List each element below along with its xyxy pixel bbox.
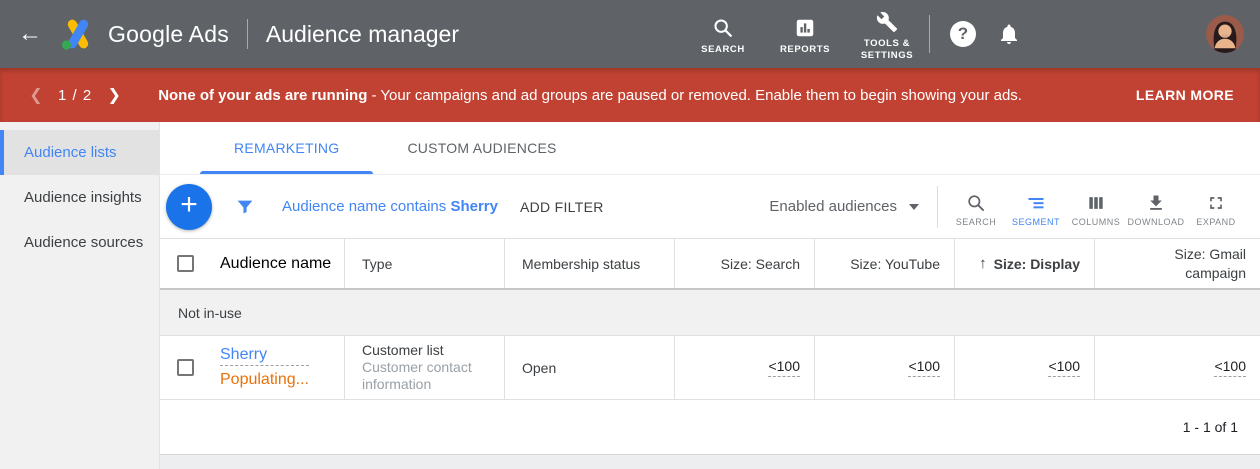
table-row: Sherry Populating... Customer list Custo… bbox=[160, 336, 1260, 400]
filter-funnel-icon[interactable] bbox=[234, 196, 256, 218]
add-audience-button[interactable]: + bbox=[166, 184, 212, 230]
nav-tools-settings-button[interactable]: TOOLS & SETTINGS bbox=[851, 7, 923, 62]
cell-size-display: <100 bbox=[955, 336, 1095, 399]
product-name: Google Ads bbox=[108, 21, 229, 48]
main-panel: REMARKETING CUSTOM AUDIENCES + Audience … bbox=[160, 122, 1260, 469]
alert-pager: 1 / 2 bbox=[58, 87, 92, 104]
header-cell-type[interactable]: Type bbox=[345, 239, 505, 288]
learn-more-button[interactable]: LEARN MORE bbox=[1126, 79, 1244, 111]
title-divider bbox=[247, 19, 248, 49]
back-arrow-icon[interactable]: ← bbox=[18, 22, 52, 46]
google-ads-logo-icon bbox=[58, 14, 98, 54]
pagination-label: 1 - 1 of 1 bbox=[1183, 419, 1238, 435]
active-filter-chip[interactable]: Audience name contains Sherry bbox=[282, 198, 498, 215]
table-expand-button[interactable]: EXPAND bbox=[1186, 187, 1246, 227]
audiences-table: Audience name Type Membership status Siz… bbox=[160, 238, 1260, 469]
sidebar-item-audience-insights[interactable]: Audience insights bbox=[0, 175, 159, 220]
cell-size-search: <100 bbox=[675, 336, 815, 399]
toolbar-divider bbox=[937, 186, 938, 228]
nav-search-button[interactable]: SEARCH bbox=[687, 13, 759, 56]
cell-membership-status: Open bbox=[505, 336, 675, 399]
tab-bar: REMARKETING CUSTOM AUDIENCES bbox=[160, 122, 1260, 175]
cell-size-youtube: <100 bbox=[815, 336, 955, 399]
search-icon bbox=[966, 193, 986, 213]
columns-icon bbox=[1086, 193, 1106, 213]
google-ads-logo[interactable]: Google Ads bbox=[58, 14, 229, 54]
page-title: Audience manager bbox=[266, 21, 459, 48]
table-columns-button[interactable]: COLUMNS bbox=[1066, 187, 1126, 227]
bell-icon bbox=[997, 22, 1021, 46]
page-background bbox=[160, 455, 1260, 469]
header-cell-size-display[interactable]: ↑ Size: Display bbox=[955, 239, 1095, 288]
tab-custom-audiences[interactable]: CUSTOM AUDIENCES bbox=[373, 122, 590, 174]
table-search-button[interactable]: SEARCH bbox=[946, 187, 1006, 227]
table-header-row: Audience name Type Membership status Siz… bbox=[160, 238, 1260, 290]
alert-banner: ❮ 1 / 2 ❯ None of your ads are running -… bbox=[0, 68, 1260, 122]
previous-alert-chevron-icon[interactable]: ❮ bbox=[24, 83, 48, 107]
sidebar-item-audience-sources[interactable]: Audience sources bbox=[0, 220, 159, 265]
audience-name-link[interactable]: Sherry bbox=[220, 346, 309, 366]
expand-icon bbox=[1206, 193, 1226, 213]
nav-reports-button[interactable]: REPORTS bbox=[769, 13, 841, 56]
row-checkbox[interactable] bbox=[177, 359, 194, 376]
cell-audience-name: Sherry Populating... bbox=[160, 336, 345, 399]
populating-status: Populating... bbox=[220, 371, 309, 389]
notifications-button[interactable] bbox=[990, 15, 1028, 53]
audience-view-selector[interactable]: Enabled audiences bbox=[769, 198, 919, 215]
avatar-photo bbox=[1206, 15, 1244, 53]
table-download-button[interactable]: DOWNLOAD bbox=[1126, 187, 1186, 227]
help-icon: ? bbox=[950, 21, 976, 47]
content-area: Audience lists Audience insights Audienc… bbox=[0, 122, 1260, 469]
table-footer: 1 - 1 of 1 bbox=[160, 400, 1260, 455]
wrench-icon bbox=[876, 11, 898, 33]
header-cell-size-search[interactable]: Size: Search bbox=[675, 239, 815, 288]
search-icon bbox=[712, 17, 734, 39]
top-nav: SEARCH REPORTS TOOLS & SETTINGS bbox=[687, 7, 923, 62]
filter-value: Sherry bbox=[450, 198, 498, 215]
reports-icon bbox=[794, 17, 816, 39]
header-cell-audience-name: Audience name bbox=[160, 239, 345, 288]
top-app-bar: ← Google Ads Audience manager SEARCH bbox=[0, 0, 1260, 68]
sidebar-item-audience-lists[interactable]: Audience lists bbox=[0, 130, 159, 175]
download-icon bbox=[1146, 193, 1166, 213]
table-group-row: Not in-use bbox=[160, 290, 1260, 336]
add-filter-button[interactable]: ADD FILTER bbox=[520, 199, 604, 215]
sidebar: Audience lists Audience insights Audienc… bbox=[0, 122, 160, 469]
header-divider bbox=[929, 15, 930, 53]
header-cell-size-youtube[interactable]: Size: YouTube bbox=[815, 239, 955, 288]
tab-remarketing[interactable]: REMARKETING bbox=[200, 122, 373, 174]
table-segment-button[interactable]: SEGMENT bbox=[1006, 187, 1066, 227]
group-label: Not in-use bbox=[178, 305, 242, 321]
alert-message: None of your ads are running - Your camp… bbox=[158, 87, 1022, 104]
header-cell-size-gmail-campaign[interactable]: Size: Gmail campaign bbox=[1095, 239, 1260, 288]
segment-icon bbox=[1026, 193, 1046, 213]
sort-ascending-icon: ↑ bbox=[979, 255, 987, 272]
avatar[interactable] bbox=[1206, 15, 1244, 53]
cell-type: Customer list Customer contact informati… bbox=[345, 336, 505, 399]
header-cell-membership-status[interactable]: Membership status bbox=[505, 239, 675, 288]
google-ads-app: ← Google Ads Audience manager SEARCH bbox=[0, 0, 1260, 469]
help-button[interactable]: ? bbox=[944, 15, 982, 53]
cell-size-gmail-campaign: <100 bbox=[1095, 336, 1260, 399]
select-all-checkbox[interactable] bbox=[177, 255, 194, 272]
chevron-down-icon bbox=[909, 204, 919, 210]
next-alert-chevron-icon[interactable]: ❯ bbox=[102, 83, 126, 107]
table-toolbar: + Audience name contains Sherry ADD FILT… bbox=[160, 175, 1260, 238]
